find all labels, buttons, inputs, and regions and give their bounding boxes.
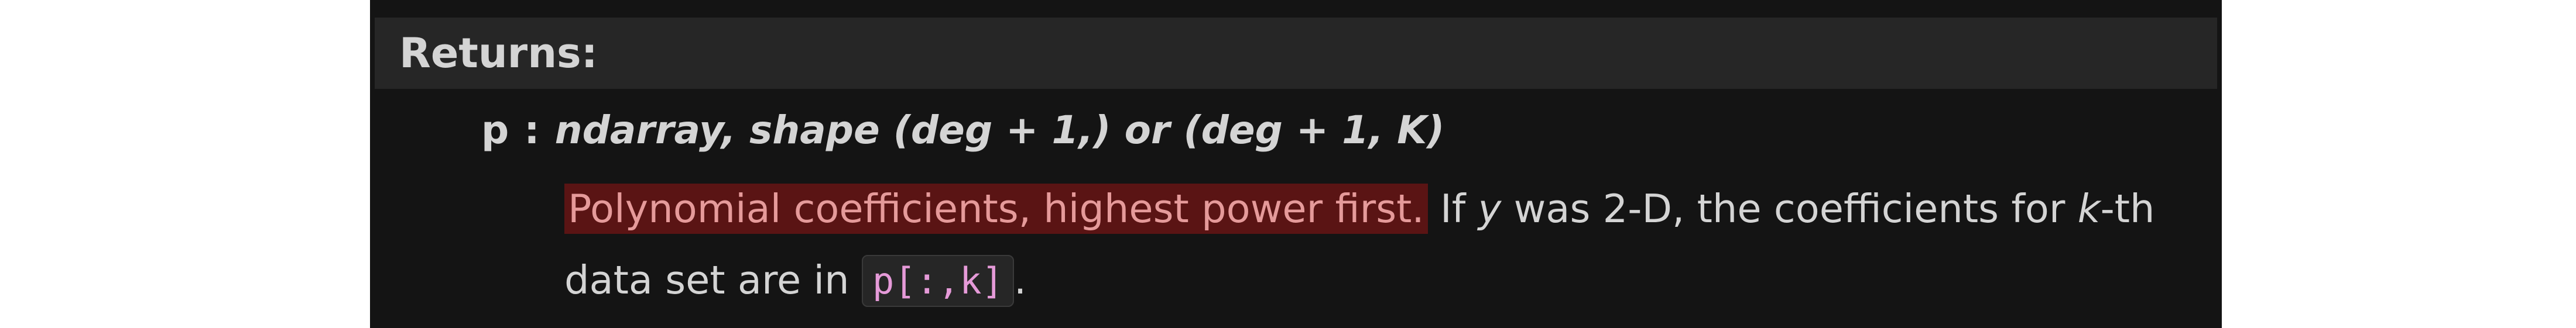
highlighted-text: Polynomial coefficients, highest power f… (564, 184, 1428, 234)
section-header: Returns: (375, 18, 2217, 89)
inline-code: p[:,k] (861, 255, 1014, 307)
parameter-type: ndarray, shape (deg + 1,) or (deg + 1, K… (554, 108, 1445, 153)
section-title: Returns: (399, 29, 598, 77)
parameter-separator: : (524, 108, 540, 153)
description-text: . (1013, 257, 1027, 303)
variable-y: y (1478, 186, 1502, 232)
parameter-description: Polynomial coefficients, highest power f… (564, 173, 2204, 317)
documentation-panel: Returns: p: ndarray, shape (deg + 1,) or … (370, 0, 2222, 328)
parameter-signature: p: ndarray, shape (deg + 1,) or (deg + 1,… (481, 98, 1444, 163)
variable-k: k (2077, 186, 2101, 232)
description-text: was 2-D, the coefficients for (1501, 186, 2078, 232)
description-text: If (1427, 186, 1478, 232)
parameter-name: p (481, 108, 509, 153)
